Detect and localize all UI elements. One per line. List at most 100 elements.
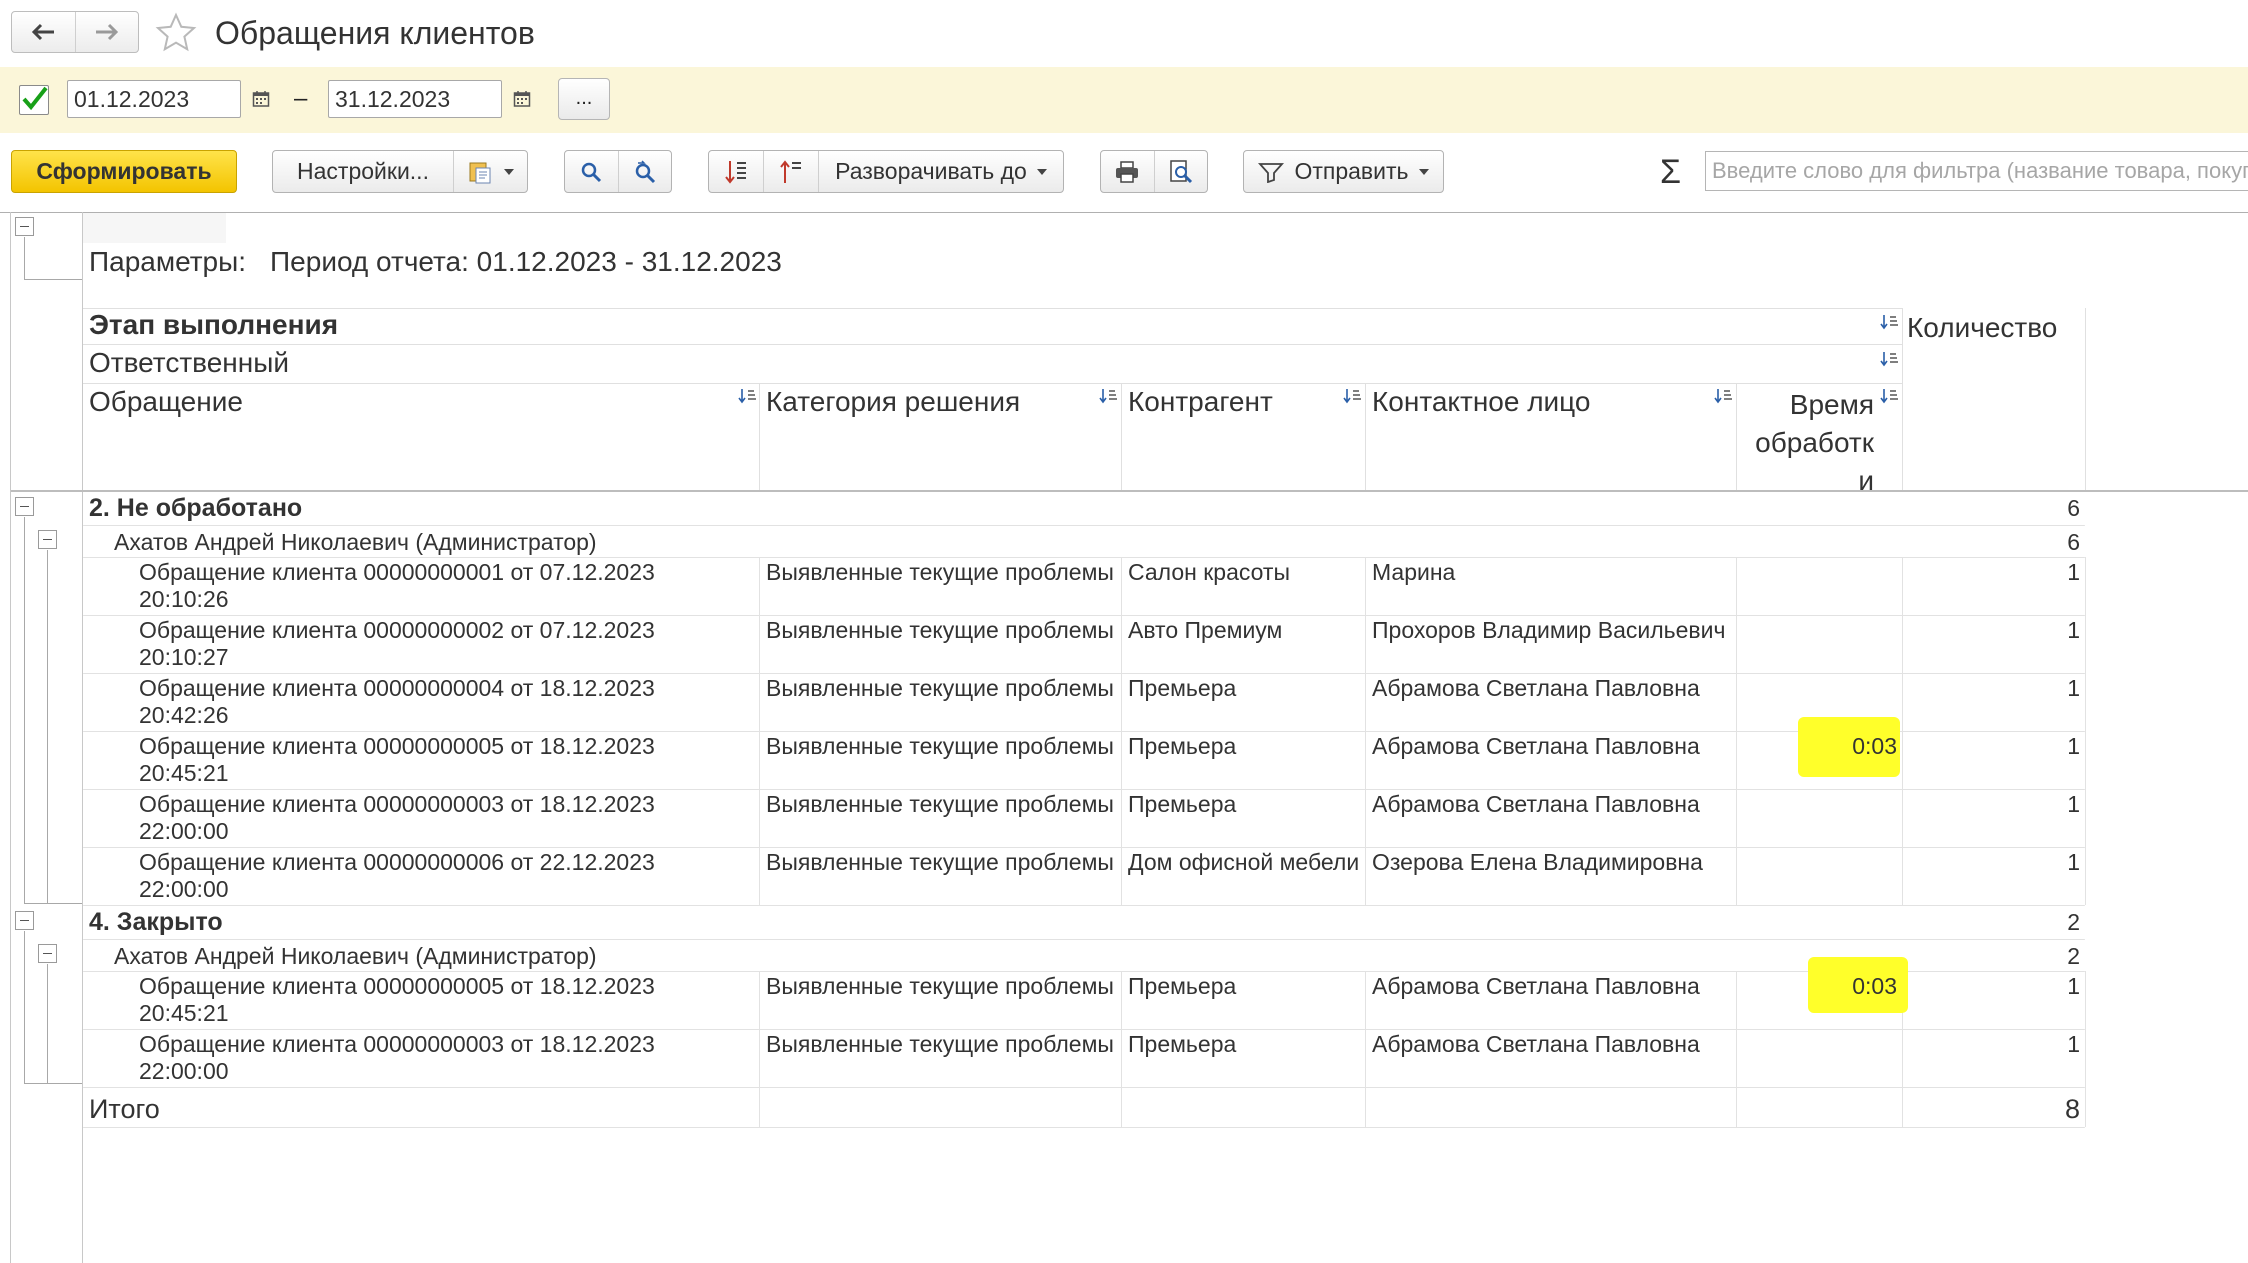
generate-button[interactable]: Сформировать [11, 150, 237, 193]
search-reset-icon [635, 159, 655, 183]
grid-line [11, 490, 2248, 492]
chevron-down-icon [1418, 168, 1429, 175]
counterparty-cell: Премьера [1128, 1031, 1237, 1057]
grid-line [759, 383, 760, 491]
grid-line [83, 383, 1903, 384]
category-cell: Выявленные текущие проблемы [766, 617, 1114, 643]
request-cell-line1[interactable]: Обращение клиента 00000000006 от 22.12.2… [139, 849, 655, 876]
count-cell: 1 [2067, 559, 2080, 585]
variants-dropdown[interactable] [453, 151, 527, 192]
cell-divider [1736, 1087, 1737, 1127]
calendar-icon[interactable] [243, 80, 279, 118]
tree-line [47, 550, 48, 903]
grid-line [1365, 383, 1366, 491]
request-cell-line1[interactable]: Обращение клиента 00000000001 от 07.12.2… [139, 559, 655, 586]
group-stage[interactable]: 2. Не обработано [89, 494, 302, 522]
group-stage[interactable]: 4. Закрыто [89, 908, 223, 936]
tree-line [24, 1083, 82, 1084]
report-top-border [0, 212, 2248, 213]
report-variant-icon [469, 162, 490, 183]
group-responsible[interactable]: Ахатов Андрей Николаевич (Администратор) [114, 529, 597, 556]
request-cell-line1[interactable]: Обращение клиента 00000000005 от 18.12.2… [139, 973, 655, 1000]
collapse-toggle[interactable] [15, 217, 34, 236]
sort-icon[interactable] [1880, 350, 1900, 372]
favorite-star-icon[interactable] [155, 12, 197, 54]
expand-to-dropdown[interactable]: Разворачивать до [818, 151, 1063, 192]
collapse-all-button[interactable] [763, 151, 818, 192]
cell-divider [2085, 557, 2086, 615]
cell-divider [2085, 789, 2086, 847]
contact-cell: Абрамова Светлана Павловна [1372, 733, 1700, 759]
request-cell-line1[interactable]: Обращение клиента 00000000005 от 18.12.2… [139, 733, 655, 760]
period-separator: – [294, 85, 308, 112]
report-parameters: Параметры: Период отчета: 01.12.2023 - 31… [89, 244, 782, 280]
arrow-right-icon [95, 23, 118, 41]
cell-divider [2085, 731, 2086, 789]
category-cell: Выявленные текущие проблемы [766, 1031, 1114, 1057]
sum-button[interactable]: Σ [1660, 152, 1681, 192]
tree-line [24, 903, 82, 904]
grid-line [83, 308, 1903, 309]
header-time-line2: обработк [1755, 427, 1874, 458]
calendar-icon[interactable] [504, 80, 540, 118]
collapse-toggle[interactable] [38, 530, 57, 549]
request-cell-line2: 22:00:00 [139, 818, 229, 844]
checkmark-icon [22, 86, 48, 111]
request-cell-line1[interactable]: Обращение клиента 00000000002 от 07.12.2… [139, 617, 655, 644]
row-divider [83, 1087, 2085, 1088]
group-responsible[interactable]: Ахатов Андрей Николаевич (Администратор) [114, 943, 597, 970]
collapse-toggle[interactable] [38, 944, 57, 963]
forward-button[interactable] [74, 12, 139, 52]
count-cell: 1 [2067, 849, 2080, 875]
cell-divider [1902, 1087, 1903, 1127]
send-button[interactable]: Отправить [1243, 150, 1444, 193]
count-cell: 1 [2067, 617, 2080, 643]
print-button[interactable] [1101, 151, 1154, 192]
header-time: Время обработк и [1737, 386, 1874, 500]
contact-cell: Прохоров Владимир Васильевич [1372, 617, 1726, 643]
filter-input[interactable] [1705, 151, 2248, 191]
row-divider [83, 525, 2085, 526]
counterparty-cell: Салон красоты [1128, 559, 1290, 585]
request-cell-line1[interactable]: Обращение клиента 00000000004 от 18.12.2… [139, 675, 655, 702]
sort-icon[interactable] [1343, 387, 1363, 409]
sort-icon[interactable] [1880, 387, 1900, 409]
sort-icon[interactable] [738, 387, 758, 409]
settings-button[interactable]: Настройки... [273, 151, 453, 192]
counterparty-cell: Дом офисной мебели [1128, 849, 1360, 875]
printer-icon [1116, 160, 1139, 183]
cell-divider [2085, 673, 2086, 731]
collapse-toggle[interactable] [15, 911, 34, 930]
date-to-field[interactable]: 31.12.2023 [328, 80, 502, 118]
date-from-field[interactable]: 01.12.2023 [67, 80, 241, 118]
send-label: Отправить [1294, 158, 1409, 184]
back-button[interactable] [12, 12, 75, 52]
sort-icon[interactable] [1880, 313, 1900, 335]
clear-search-button[interactable] [617, 151, 672, 192]
sort-icon[interactable] [1714, 387, 1734, 409]
collapse-rows-icon [780, 159, 801, 183]
group-count: 6 [2067, 495, 2080, 521]
period-checkbox[interactable] [19, 85, 49, 115]
sort-icon[interactable] [1099, 387, 1119, 409]
category-cell: Выявленные текущие проблемы [766, 675, 1114, 701]
tree-line [24, 517, 25, 903]
search-icon [582, 162, 602, 182]
period-select-button[interactable]: ... [558, 78, 610, 120]
row-divider [83, 1127, 2085, 1128]
category-cell: Выявленные текущие проблемы [766, 791, 1114, 817]
request-cell-line2: 20:10:27 [139, 644, 229, 670]
expand-all-button[interactable] [709, 151, 763, 192]
report-left-border [10, 212, 11, 1263]
search-button[interactable] [565, 151, 618, 192]
request-cell-line1[interactable]: Обращение клиента 00000000003 от 18.12.2… [139, 1031, 655, 1058]
header-responsible: Ответственный [89, 347, 289, 378]
preview-button[interactable] [1153, 151, 1208, 192]
count-cell: 1 [2067, 791, 2080, 817]
request-cell-line1[interactable]: Обращение клиента 00000000003 от 18.12.2… [139, 791, 655, 818]
collapse-toggle[interactable] [15, 497, 34, 516]
counterparty-cell: Премьера [1128, 675, 1237, 701]
grid-line [1902, 308, 1903, 491]
chevron-down-icon [1036, 168, 1047, 175]
contact-cell: Абрамова Светлана Павловна [1372, 973, 1700, 999]
